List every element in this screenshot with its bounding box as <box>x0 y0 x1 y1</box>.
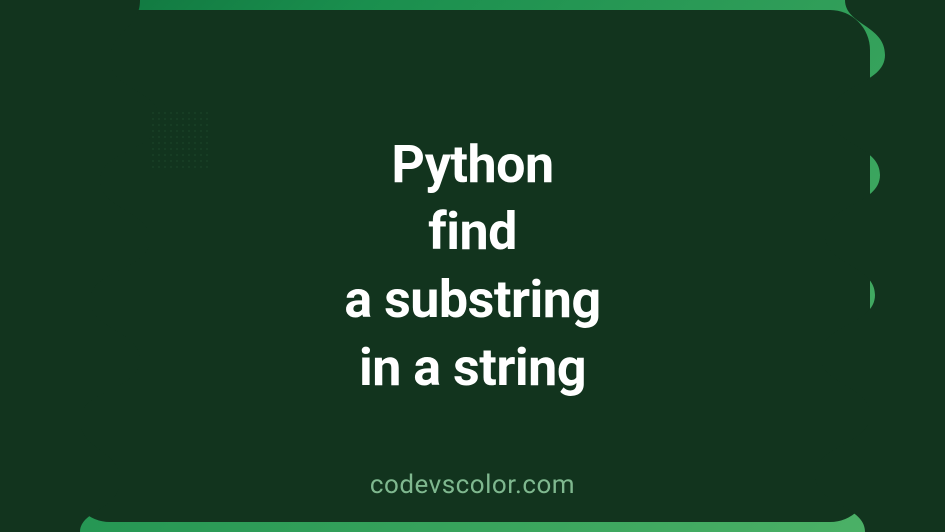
banner-content: Python find a substring in a string <box>0 0 945 532</box>
title-line-3: a substring <box>344 266 600 334</box>
title-line-2: find <box>344 198 600 266</box>
website-watermark: codevscolor.com <box>370 470 575 500</box>
title-line-4: in a string <box>344 334 600 402</box>
banner-title: Python find a substring in a string <box>344 131 600 401</box>
tutorial-banner: Python find a substring in a string code… <box>0 0 945 532</box>
title-line-1: Python <box>344 131 600 199</box>
